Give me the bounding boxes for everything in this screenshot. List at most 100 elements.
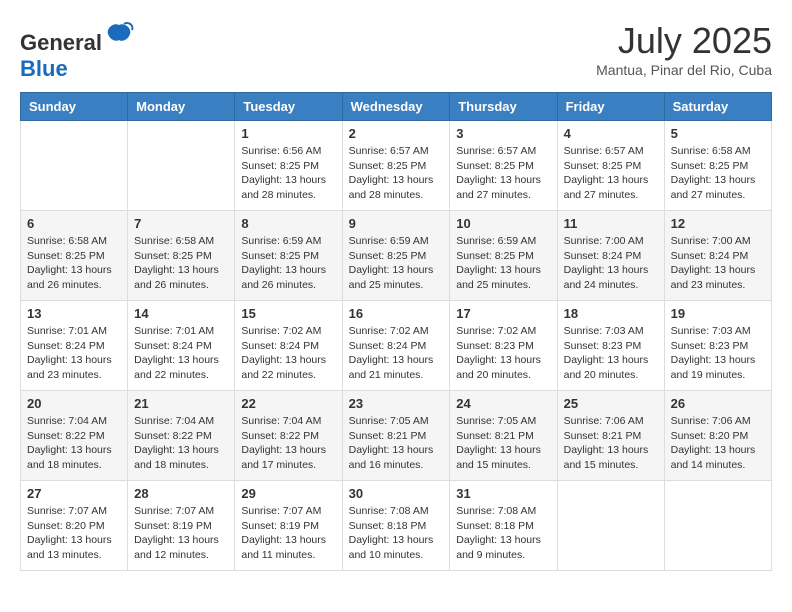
calendar-cell	[128, 121, 235, 211]
day-number: 30	[349, 486, 444, 501]
calendar-cell: 30 Sunrise: 7:08 AM Sunset: 8:18 PM Dayli…	[342, 481, 450, 571]
day-of-week-header: Saturday	[664, 93, 771, 121]
calendar-cell: 20 Sunrise: 7:04 AM Sunset: 8:22 PM Dayli…	[21, 391, 128, 481]
day-info: Sunrise: 6:59 AM Sunset: 8:25 PM Dayligh…	[241, 234, 335, 293]
day-info: Sunrise: 7:01 AM Sunset: 8:24 PM Dayligh…	[27, 324, 121, 383]
calendar-cell	[557, 481, 664, 571]
calendar-cell: 13 Sunrise: 7:01 AM Sunset: 8:24 PM Dayli…	[21, 301, 128, 391]
day-of-week-header: Sunday	[21, 93, 128, 121]
day-info: Sunrise: 7:03 AM Sunset: 8:23 PM Dayligh…	[564, 324, 658, 383]
day-number: 12	[671, 216, 765, 231]
calendar-cell: 10Sunrise: 6:59 AM Sunset: 8:25 PM Dayli…	[450, 211, 557, 301]
day-number: 8	[241, 216, 335, 231]
day-number: 7	[134, 216, 228, 231]
day-number: 28	[134, 486, 228, 501]
day-number: 1	[241, 126, 335, 141]
day-number: 19	[671, 306, 765, 321]
day-info: Sunrise: 6:59 AM Sunset: 8:25 PM Dayligh…	[456, 234, 550, 293]
day-number: 9	[349, 216, 444, 231]
month-title: July 2025	[596, 20, 772, 62]
logo-general-text: General	[20, 30, 102, 55]
day-of-week-header: Thursday	[450, 93, 557, 121]
calendar-cell: 12 Sunrise: 7:00 AM Sunset: 8:24 PM Dayli…	[664, 211, 771, 301]
day-info: Sunrise: 7:04 AM Sunset: 8:22 PM Dayligh…	[134, 414, 228, 473]
day-info: Sunrise: 7:07 AM Sunset: 8:19 PM Dayligh…	[134, 504, 228, 563]
day-of-week-header: Wednesday	[342, 93, 450, 121]
day-info: Sunrise: 7:06 AM Sunset: 8:21 PM Dayligh…	[564, 414, 658, 473]
day-info: Sunrise: 7:00 AM Sunset: 8:24 PM Dayligh…	[671, 234, 765, 293]
day-number: 31	[456, 486, 550, 501]
day-info: Sunrise: 7:08 AM Sunset: 8:18 PM Dayligh…	[456, 504, 550, 563]
day-number: 22	[241, 396, 335, 411]
calendar-cell: 4Sunrise: 6:57 AM Sunset: 8:25 PM Daylig…	[557, 121, 664, 211]
calendar-week-row: 6Sunrise: 6:58 AM Sunset: 8:25 PM Daylig…	[21, 211, 772, 301]
calendar-cell: 9Sunrise: 6:59 AM Sunset: 8:25 PM Daylig…	[342, 211, 450, 301]
day-number: 18	[564, 306, 658, 321]
day-info: Sunrise: 6:58 AM Sunset: 8:25 PM Dayligh…	[27, 234, 121, 293]
day-info: Sunrise: 7:02 AM Sunset: 8:24 PM Dayligh…	[241, 324, 335, 383]
day-number: 26	[671, 396, 765, 411]
calendar-cell: 24Sunrise: 7:05 AM Sunset: 8:21 PM Dayli…	[450, 391, 557, 481]
day-info: Sunrise: 6:57 AM Sunset: 8:25 PM Dayligh…	[349, 144, 444, 203]
day-info: Sunrise: 7:01 AM Sunset: 8:24 PM Dayligh…	[134, 324, 228, 383]
calendar-week-row: 27Sunrise: 7:07 AM Sunset: 8:20 PM Dayli…	[21, 481, 772, 571]
day-number: 5	[671, 126, 765, 141]
calendar-cell: 26 Sunrise: 7:06 AM Sunset: 8:20 PM Dayli…	[664, 391, 771, 481]
day-info: Sunrise: 6:58 AM Sunset: 8:25 PM Dayligh…	[671, 144, 765, 203]
calendar-cell: 27Sunrise: 7:07 AM Sunset: 8:20 PM Dayli…	[21, 481, 128, 571]
day-of-week-header: Friday	[557, 93, 664, 121]
day-number: 23	[349, 396, 444, 411]
calendar-cell: 19 Sunrise: 7:03 AM Sunset: 8:23 PM Dayli…	[664, 301, 771, 391]
page-header: General Blue July 2025 Mantua, Pinar del…	[20, 20, 772, 82]
day-info: Sunrise: 7:00 AM Sunset: 8:24 PM Dayligh…	[564, 234, 658, 293]
calendar-cell: 7 Sunrise: 6:58 AM Sunset: 8:25 PM Daylig…	[128, 211, 235, 301]
calendar-cell: 21 Sunrise: 7:04 AM Sunset: 8:22 PM Dayli…	[128, 391, 235, 481]
day-number: 21	[134, 396, 228, 411]
calendar-cell: 31 Sunrise: 7:08 AM Sunset: 8:18 PM Dayli…	[450, 481, 557, 571]
day-number: 13	[27, 306, 121, 321]
calendar-week-row: 20 Sunrise: 7:04 AM Sunset: 8:22 PM Dayli…	[21, 391, 772, 481]
day-number: 2	[349, 126, 444, 141]
calendar-cell: 11Sunrise: 7:00 AM Sunset: 8:24 PM Dayli…	[557, 211, 664, 301]
calendar-cell: 17Sunrise: 7:02 AM Sunset: 8:23 PM Dayli…	[450, 301, 557, 391]
location-text: Mantua, Pinar del Rio, Cuba	[596, 62, 772, 78]
logo-bird-icon	[104, 20, 134, 50]
calendar-cell: 23 Sunrise: 7:05 AM Sunset: 8:21 PM Dayli…	[342, 391, 450, 481]
day-info: Sunrise: 7:06 AM Sunset: 8:20 PM Dayligh…	[671, 414, 765, 473]
calendar-cell: 18 Sunrise: 7:03 AM Sunset: 8:23 PM Dayli…	[557, 301, 664, 391]
calendar-cell: 5 Sunrise: 6:58 AM Sunset: 8:25 PM Daylig…	[664, 121, 771, 211]
day-number: 3	[456, 126, 550, 141]
calendar-cell: 8 Sunrise: 6:59 AM Sunset: 8:25 PM Daylig…	[235, 211, 342, 301]
day-info: Sunrise: 7:04 AM Sunset: 8:22 PM Dayligh…	[27, 414, 121, 473]
day-info: Sunrise: 7:05 AM Sunset: 8:21 PM Dayligh…	[456, 414, 550, 473]
day-info: Sunrise: 6:58 AM Sunset: 8:25 PM Dayligh…	[134, 234, 228, 293]
logo-wordmark: General Blue	[20, 20, 134, 82]
calendar-cell: 29Sunrise: 7:07 AM Sunset: 8:19 PM Dayli…	[235, 481, 342, 571]
day-number: 17	[456, 306, 550, 321]
day-of-week-header: Tuesday	[235, 93, 342, 121]
logo: General Blue	[20, 20, 134, 82]
day-number: 16	[349, 306, 444, 321]
day-info: Sunrise: 7:02 AM Sunset: 8:24 PM Dayligh…	[349, 324, 444, 383]
day-info: Sunrise: 6:57 AM Sunset: 8:25 PM Dayligh…	[456, 144, 550, 203]
calendar-cell	[664, 481, 771, 571]
day-number: 14	[134, 306, 228, 321]
calendar-cell: 3 Sunrise: 6:57 AM Sunset: 8:25 PM Daylig…	[450, 121, 557, 211]
calendar-cell: 15 Sunrise: 7:02 AM Sunset: 8:24 PM Dayli…	[235, 301, 342, 391]
calendar-cell: 6Sunrise: 6:58 AM Sunset: 8:25 PM Daylig…	[21, 211, 128, 301]
day-number: 15	[241, 306, 335, 321]
day-info: Sunrise: 7:03 AM Sunset: 8:23 PM Dayligh…	[671, 324, 765, 383]
day-info: Sunrise: 7:08 AM Sunset: 8:18 PM Dayligh…	[349, 504, 444, 563]
calendar-header-row: SundayMondayTuesdayWednesdayThursdayFrid…	[21, 93, 772, 121]
day-number: 20	[27, 396, 121, 411]
title-block: July 2025 Mantua, Pinar del Rio, Cuba	[596, 20, 772, 78]
calendar-cell: 2 Sunrise: 6:57 AM Sunset: 8:25 PM Daylig…	[342, 121, 450, 211]
day-number: 25	[564, 396, 658, 411]
calendar-cell: 16 Sunrise: 7:02 AM Sunset: 8:24 PM Dayli…	[342, 301, 450, 391]
day-number: 4	[564, 126, 658, 141]
calendar-cell	[21, 121, 128, 211]
calendar-cell: 28 Sunrise: 7:07 AM Sunset: 8:19 PM Dayli…	[128, 481, 235, 571]
calendar-cell: 14 Sunrise: 7:01 AM Sunset: 8:24 PM Dayli…	[128, 301, 235, 391]
day-info: Sunrise: 7:05 AM Sunset: 8:21 PM Dayligh…	[349, 414, 444, 473]
day-info: Sunrise: 7:07 AM Sunset: 8:19 PM Dayligh…	[241, 504, 335, 563]
